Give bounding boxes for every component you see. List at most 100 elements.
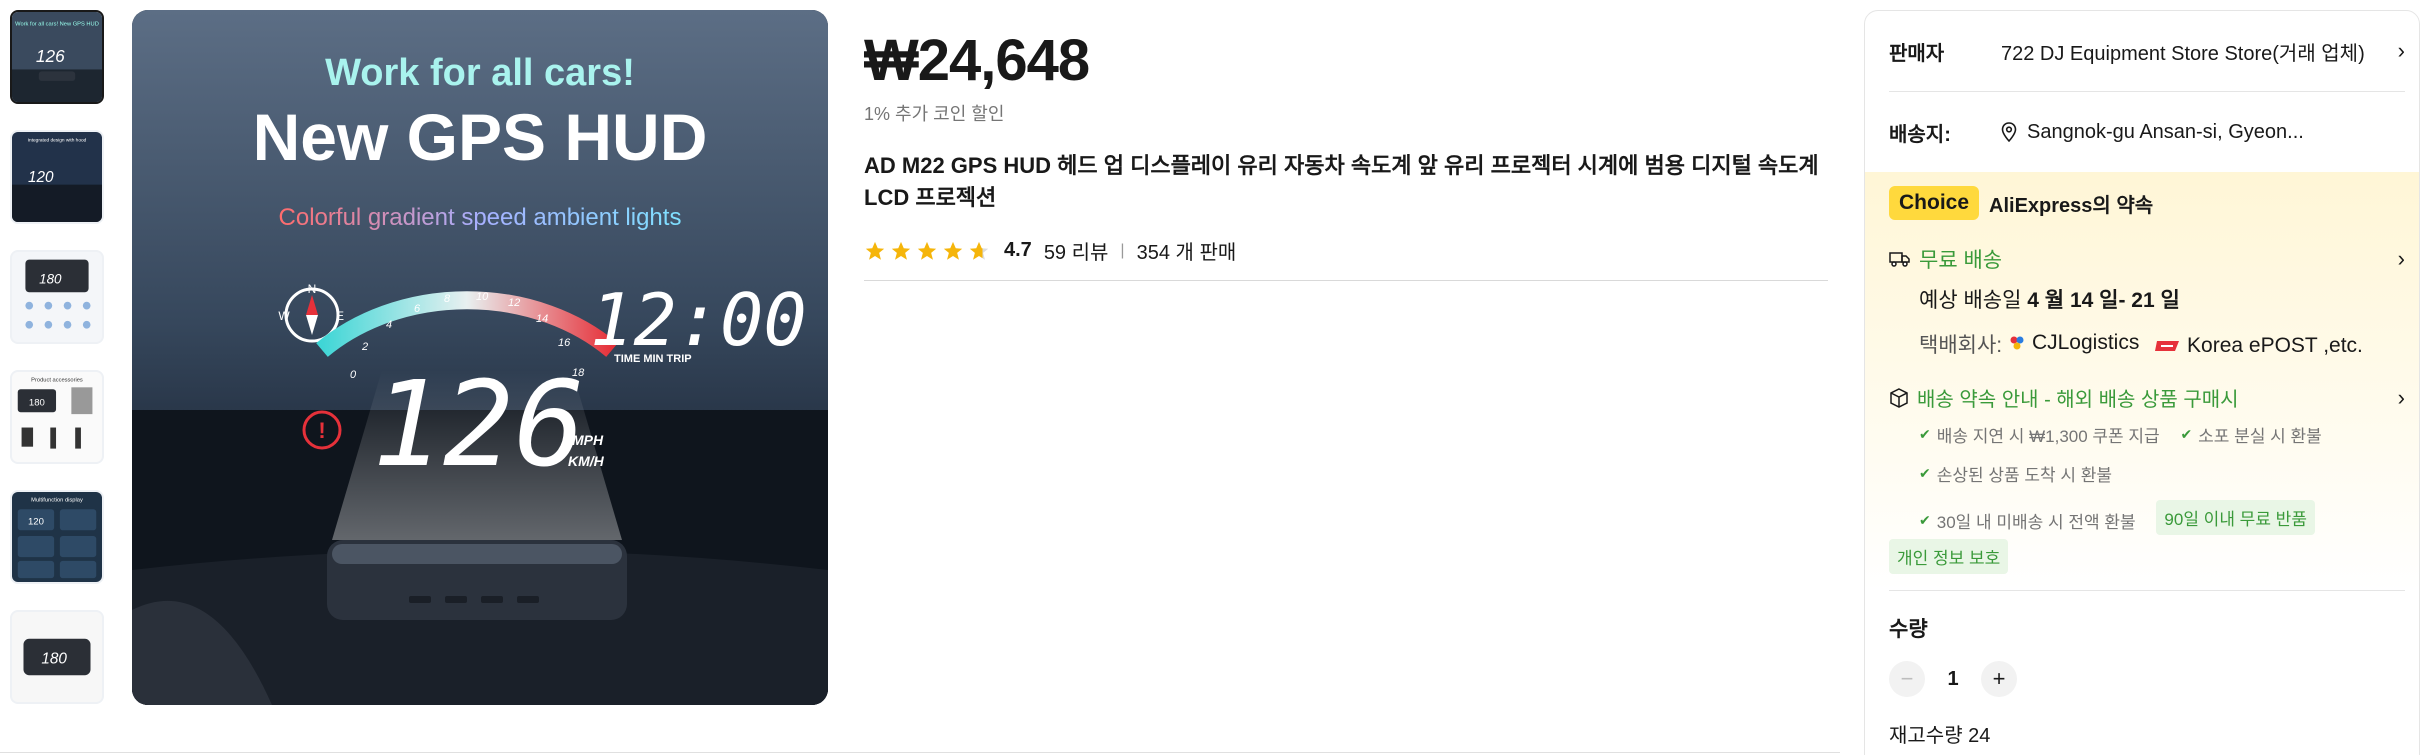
star-icon [917, 241, 937, 260]
free-shipping-row[interactable]: 무료 배송 › [1889, 244, 2405, 274]
package-icon [1890, 387, 1908, 408]
ship-to-label: 배송지: [1889, 123, 1951, 146]
thumb-speed: 120 [28, 169, 54, 186]
rating-stars [864, 240, 990, 262]
product-info: ₩24,648 1% 추가 코인 할인 AD M22 GPS HUD 헤드 업 … [864, 26, 1828, 265]
purchase-panel: 판매자 722 DJ Equipment Store Store(거래 업체) … [1864, 10, 2420, 755]
thumbnail-5[interactable]: Multifunction display 120 [10, 490, 104, 584]
truck-icon [1889, 252, 1910, 267]
unit-mph: MPH [572, 432, 604, 448]
gauge-tick: 4 [386, 319, 392, 331]
star-icon [865, 241, 885, 260]
headline-big: New GPS HUD [253, 100, 708, 174]
free-return-tag: 90일 이내 무료 반품 [2156, 500, 2315, 535]
seller-label: 판매자 [1889, 42, 1945, 65]
thumb-caption: Integrated design with hood [28, 138, 87, 144]
free-shipping-label: 무료 배송 [1919, 249, 2003, 272]
thumb-speed: 180 [41, 651, 67, 668]
choice-badge: Choice [1889, 186, 1980, 220]
check-icon: ✔ [1919, 465, 1931, 481]
gauge-tick: 12 [508, 297, 520, 309]
quantity-label: 수량 [1889, 618, 1928, 641]
ship-to-address: Sangnok-gu Ansan-si, Gyeon... [2027, 120, 2304, 143]
hud-clock: 12:00 [590, 278, 807, 362]
thumb-caption: Multifunction display [31, 498, 83, 504]
seller-name[interactable]: 722 DJ Equipment Store Store(거래 업체) [2001, 37, 2395, 66]
gauge-tick: 16 [558, 337, 571, 349]
thumb-speed: 180 [39, 272, 62, 287]
carrier-line: 택배회사: CJLogistics Korea ePOST ,etc. [1889, 328, 2395, 361]
location-pin-icon [2001, 122, 2017, 142]
separator: | [1120, 241, 1125, 259]
thumbnail-2[interactable]: Integrated design with hood 120 [10, 130, 104, 224]
seller-row[interactable]: 판매자 722 DJ Equipment Store Store(거래 업체) … [1865, 11, 2419, 91]
privacy-tag: 개인 정보 보호 [1889, 539, 2009, 574]
price: ₩24,648 [864, 28, 1090, 93]
promise-list: ✔ 배송 지연 시 ₩1,300 쿠폰 지급 ✔ 소포 분실 시 환불 ✔ 손상된 상… [1889, 422, 2395, 547]
gauge-tick: 10 [476, 291, 489, 303]
compass-n: N [308, 282, 317, 296]
unit-kmh: KM/H [568, 453, 605, 469]
rating-row[interactable]: 4.7 59 리뷰 | 354 개 판매 [864, 236, 1828, 265]
gauge-tick: 6 [414, 303, 421, 315]
thumbnail-1[interactable]: Work for all cars! New GPS HUD 126 [10, 10, 104, 104]
star-icon [943, 241, 963, 260]
clock-caption: TIME MIN TRIP [614, 353, 692, 365]
hud-speed: 126 [372, 355, 585, 493]
promise-item: ✔ 30일 내 미배송 시 전액 환불 [1919, 512, 2136, 532]
decrease-button[interactable]: − [1889, 661, 1925, 697]
gauge-tick: 2 [361, 341, 368, 353]
quantity-stepper: − 1 + [1865, 643, 2419, 697]
promise-item: ✔ 손상된 상품 도착 시 환불 [1919, 465, 2113, 485]
coin-discount: 1% 추가 코인 할인 [864, 104, 1005, 124]
compass-w: W [278, 309, 290, 323]
increase-button[interactable]: + [1981, 661, 2017, 697]
thumbnail-6[interactable]: 180 [10, 610, 104, 704]
star-icon [891, 241, 911, 260]
thumbnail-3[interactable]: 180 [10, 250, 104, 344]
main-product-image[interactable]: Work for all cars! New GPS HUD Colorful … [132, 10, 828, 705]
choice-text: AliExpress의 약속 [1989, 194, 2154, 217]
sold-count: 354 개 판매 [1136, 242, 1237, 264]
compass-e: E [336, 309, 344, 323]
thumb-speed: 126 [36, 46, 65, 66]
chevron-right-icon[interactable]: › [2398, 385, 2405, 411]
delivery-estimate: 예상 배송일 4 월 14 일- 21 일 [1919, 289, 2180, 312]
chevron-right-icon[interactable]: › [2398, 246, 2405, 272]
headline-small: Work for all cars! [325, 52, 635, 94]
quantity-value: 1 [1947, 667, 1959, 690]
ship-to-row[interactable]: 배송지: Sangnok-gu Ansan-si, Gyeon... [1865, 92, 2419, 172]
thumbnail-strip: Work for all cars! New GPS HUD 126 Integ… [10, 10, 108, 730]
thumbnail-4[interactable]: Product accessories 180 [10, 370, 104, 464]
thumb-caption: Product accessories [31, 378, 83, 384]
choice-promise: Choice AliExpress의 약속 무료 배송 › 예상 배송일 4 월… [1865, 172, 2419, 590]
stock-count: 재고수량 24 [1889, 725, 1991, 747]
thumb-speed: 180 [29, 398, 45, 409]
product-title: AD M22 GPS HUD 헤드 업 디스플레이 유리 자동차 속도계 앞 유… [864, 153, 1819, 210]
rating-value: 4.7 [1004, 239, 1032, 261]
svg-text:!: ! [318, 418, 325, 443]
promise-title: 배송 약속 안내 - 해외 배송 상품 구매시 [1917, 389, 2239, 411]
delivery-promise-row[interactable]: 배송 약속 안내 - 해외 배송 상품 구매시 › [1889, 383, 2405, 412]
delivery-dates: 4 월 14 일- 21 일 [2027, 289, 2180, 312]
gauge-tick: 14 [536, 313, 548, 325]
carrier-kp: Korea ePOST ,etc. [2187, 334, 2363, 357]
korea-post-logo-icon [2155, 341, 2180, 352]
check-icon: ✔ [1919, 426, 1931, 442]
star-half-icon [969, 241, 989, 260]
carrier-cj: CJLogistics [2031, 331, 2140, 354]
promise-item: ✔ 소포 분실 시 환불 [2180, 426, 2322, 446]
thumb-speed: 120 [28, 517, 44, 528]
check-icon: ✔ [2180, 426, 2193, 442]
thumb-caption: Work for all cars! New GPS HUD [15, 21, 99, 27]
hud-illustration: Work for all cars! New GPS HUD Colorful … [132, 10, 828, 705]
tagline: Colorful gradient speed ambient lights [279, 204, 682, 231]
gauge-tick: 0 [350, 369, 357, 381]
bottom-divider [0, 752, 1840, 753]
promise-item: ✔ 배송 지연 시 ₩1,300 쿠폰 지급 [1919, 426, 2160, 446]
gauge-tick: 8 [444, 293, 451, 305]
chevron-right-icon[interactable]: › [2398, 38, 2405, 64]
info-divider [864, 280, 1828, 281]
review-count[interactable]: 59 리뷰 [1044, 236, 1109, 265]
cj-logo-icon [2010, 336, 2024, 350]
